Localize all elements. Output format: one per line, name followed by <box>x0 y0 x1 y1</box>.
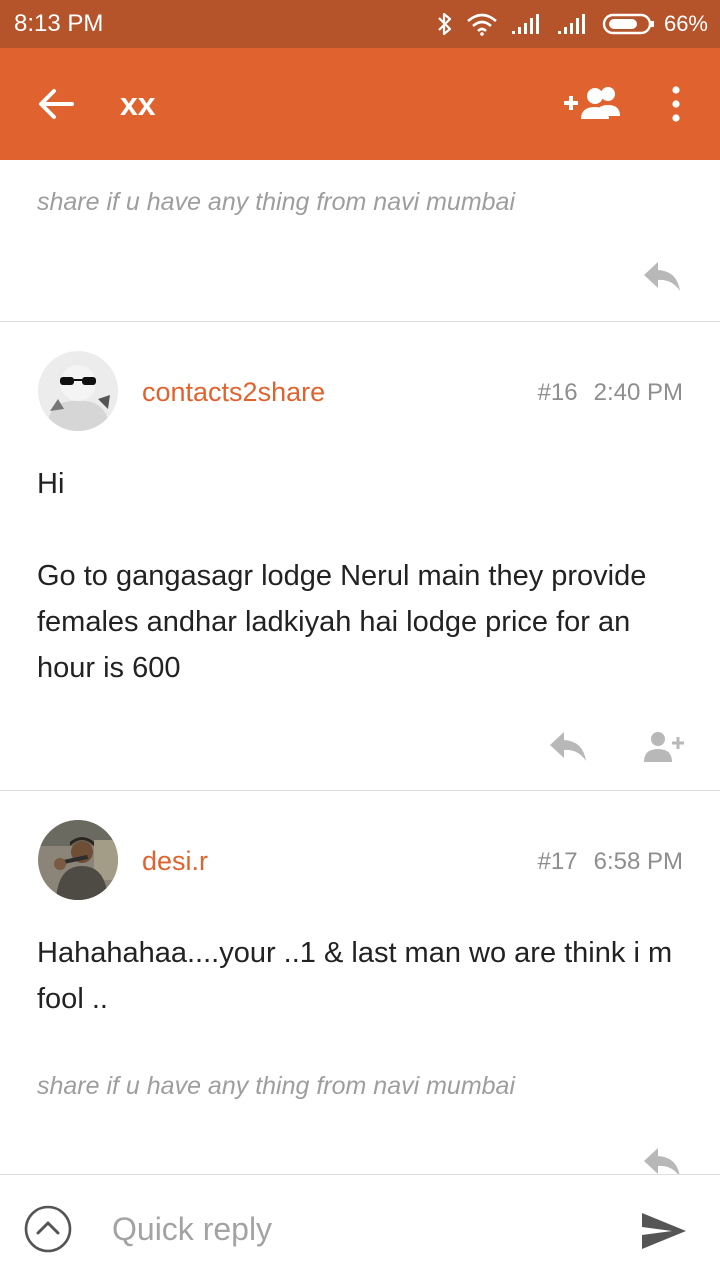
wifi-icon <box>467 13 497 36</box>
post-body-line: Hahahahaa....your ..1 & last man wo are … <box>37 937 673 1015</box>
thread-content[interactable]: share if u have any thing from navi mumb… <box>0 160 720 1174</box>
quick-reply-bar <box>0 1174 720 1280</box>
status-bar: 8:13 PM 66% <box>0 0 720 48</box>
post-number: #16 <box>537 379 578 406</box>
post-divider <box>0 790 720 791</box>
post-time: 2:40 PM <box>593 379 683 406</box>
post-meta: #16 2:40 PM <box>538 379 683 407</box>
avatar[interactable] <box>38 820 118 900</box>
avatar[interactable] <box>38 351 118 431</box>
quick-reply-input[interactable] <box>112 1205 592 1253</box>
post-meta: #17 6:58 PM <box>538 848 683 876</box>
bluetooth-icon <box>438 12 452 36</box>
author-name[interactable]: desi.r <box>142 846 208 877</box>
signal-icon <box>511 14 539 34</box>
reply-icon[interactable] <box>548 730 588 764</box>
battery-percent: 66% <box>663 11 708 36</box>
chevron-up-icon[interactable] <box>24 1205 72 1253</box>
post-divider <box>0 321 720 322</box>
avatar-image <box>38 351 118 431</box>
more-vert-icon[interactable] <box>664 84 688 124</box>
reply-icon[interactable] <box>642 1146 682 1174</box>
battery: 66% <box>602 11 708 37</box>
avatar-image <box>38 820 118 900</box>
post-number: #17 <box>537 848 578 875</box>
author-name[interactable]: contacts2share <box>142 377 325 408</box>
page-title: xx <box>120 86 156 122</box>
status-time: 8:13 PM <box>14 10 104 37</box>
battery-icon <box>602 13 654 35</box>
post-time: 6:58 PM <box>593 848 683 875</box>
add-people-icon[interactable] <box>562 84 622 124</box>
quoted-text: share if u have any thing from navi mumb… <box>37 1072 516 1100</box>
app-bar: xx <box>0 48 720 160</box>
signal-icon <box>557 14 585 34</box>
send-icon[interactable] <box>640 1211 688 1251</box>
post-body-line: Hi <box>37 468 65 500</box>
reply-icon[interactable] <box>642 260 682 294</box>
quoted-text: share if u have any thing from navi mumb… <box>37 188 516 216</box>
status-icons: 66% <box>436 8 708 40</box>
add-person-icon[interactable] <box>642 730 686 764</box>
post-body-line: Go to gangasagr lodge Nerul main they pr… <box>37 560 647 684</box>
back-arrow-icon[interactable] <box>36 84 76 124</box>
screen: 8:13 PM 66% xx share if u have any thing… <box>0 0 720 1280</box>
